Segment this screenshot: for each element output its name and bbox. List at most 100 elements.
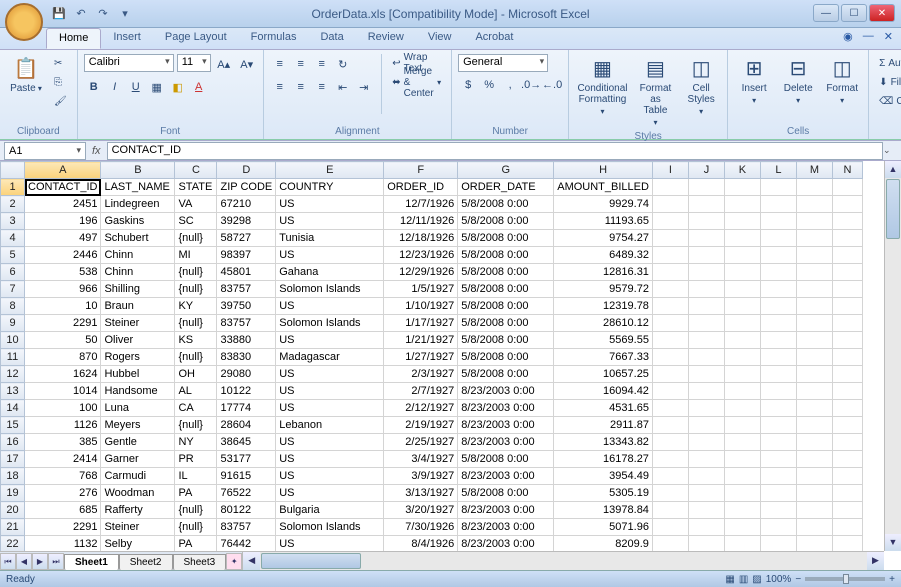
sheet-tab-sheet3[interactable]: Sheet3 [173, 554, 227, 571]
cell-M21[interactable] [796, 519, 832, 536]
cell-D5[interactable]: 98397 [217, 247, 276, 264]
cell-I3[interactable] [652, 213, 688, 230]
cell-styles-button[interactable]: ◫Cell Styles [681, 54, 721, 118]
cell-B4[interactable]: Schubert [101, 230, 175, 247]
align-center-button[interactable]: ≡ [291, 77, 311, 97]
cell-H15[interactable]: 2911.87 [554, 417, 653, 434]
cell-G12[interactable]: 5/8/2008 0:00 [458, 366, 554, 383]
cell-B11[interactable]: Rogers [101, 349, 175, 366]
cell-C21[interactable]: {null} [175, 519, 217, 536]
cell-C15[interactable]: {null} [175, 417, 217, 434]
cut-button[interactable]: ✂ [50, 54, 71, 72]
cell-A10[interactable]: 50 [25, 332, 101, 349]
row-header-3[interactable]: 3 [1, 213, 25, 230]
align-top-button[interactable]: ≡ [270, 54, 290, 74]
cell-L15[interactable] [760, 417, 796, 434]
cell-G19[interactable]: 5/8/2008 0:00 [458, 485, 554, 502]
col-header-J[interactable]: J [688, 162, 724, 179]
cell-J19[interactable] [688, 485, 724, 502]
cell-L5[interactable] [760, 247, 796, 264]
cell-M18[interactable] [796, 468, 832, 485]
cell-C11[interactable]: {null} [175, 349, 217, 366]
col-header-B[interactable]: B [101, 162, 175, 179]
cell-H9[interactable]: 28610.12 [554, 315, 653, 332]
cell-K13[interactable] [724, 383, 760, 400]
cell-E1[interactable]: COUNTRY [276, 179, 384, 196]
cell-B7[interactable]: Shilling [101, 281, 175, 298]
cell-G18[interactable]: 8/23/2003 0:00 [458, 468, 554, 485]
orientation-button[interactable]: ↻ [333, 54, 353, 74]
cell-D3[interactable]: 39298 [217, 213, 276, 230]
cell-C2[interactable]: VA [175, 196, 217, 213]
cell-I15[interactable] [652, 417, 688, 434]
cell-A21[interactable]: 2291 [25, 519, 101, 536]
office-button[interactable] [5, 3, 43, 41]
cell-K8[interactable] [724, 298, 760, 315]
cell-A3[interactable]: 196 [25, 213, 101, 230]
col-header-K[interactable]: K [724, 162, 760, 179]
cell-B1[interactable]: LAST_NAME [101, 179, 175, 196]
col-header-I[interactable]: I [652, 162, 688, 179]
minimize-ribbon-icon[interactable]: — [863, 30, 874, 43]
cell-D21[interactable]: 83757 [217, 519, 276, 536]
cell-I14[interactable] [652, 400, 688, 417]
cell-K16[interactable] [724, 434, 760, 451]
cell-F13[interactable]: 2/7/1927 [384, 383, 458, 400]
cell-M9[interactable] [796, 315, 832, 332]
conditional-formatting-button[interactable]: ▦Conditional Formatting [575, 54, 630, 118]
view-normal-icon[interactable]: ▦ [725, 574, 734, 585]
cell-K19[interactable] [724, 485, 760, 502]
cell-G9[interactable]: 5/8/2008 0:00 [458, 315, 554, 332]
zoom-slider[interactable] [805, 577, 885, 581]
cell-H6[interactable]: 12816.31 [554, 264, 653, 281]
cell-E6[interactable]: Gahana [276, 264, 384, 281]
tab-insert[interactable]: Insert [101, 28, 153, 49]
cell-E5[interactable]: US [276, 247, 384, 264]
cell-K1[interactable] [724, 179, 760, 196]
cell-G16[interactable]: 8/23/2003 0:00 [458, 434, 554, 451]
col-header-L[interactable]: L [760, 162, 796, 179]
cell-M20[interactable] [796, 502, 832, 519]
cell-K5[interactable] [724, 247, 760, 264]
row-header-14[interactable]: 14 [1, 400, 25, 417]
row-header-18[interactable]: 18 [1, 468, 25, 485]
cell-E15[interactable]: Lebanon [276, 417, 384, 434]
shrink-font-button[interactable]: A▾ [237, 54, 257, 74]
cell-F3[interactable]: 12/11/1926 [384, 213, 458, 230]
undo-icon[interactable]: ↶ [72, 5, 90, 23]
cell-N10[interactable] [832, 332, 862, 349]
cell-N22[interactable] [832, 536, 862, 552]
increase-indent-button[interactable]: ⇥ [354, 77, 374, 97]
zoom-out-button[interactable]: − [795, 574, 801, 585]
cell-L8[interactable] [760, 298, 796, 315]
cell-K3[interactable] [724, 213, 760, 230]
cell-H3[interactable]: 11193.65 [554, 213, 653, 230]
row-header-20[interactable]: 20 [1, 502, 25, 519]
cell-B16[interactable]: Gentle [101, 434, 175, 451]
cell-E10[interactable]: US [276, 332, 384, 349]
delete-cells-button[interactable]: ⊟Delete [778, 54, 818, 107]
cell-H22[interactable]: 8209.9 [554, 536, 653, 552]
help-icon[interactable]: ◉ [843, 30, 853, 43]
cell-J15[interactable] [688, 417, 724, 434]
cell-C22[interactable]: PA [175, 536, 217, 552]
view-layout-icon[interactable]: ▥ [739, 574, 748, 585]
cell-K15[interactable] [724, 417, 760, 434]
cell-H7[interactable]: 9579.72 [554, 281, 653, 298]
sheet-tab-sheet1[interactable]: Sheet1 [64, 554, 119, 571]
cell-G13[interactable]: 8/23/2003 0:00 [458, 383, 554, 400]
cell-M10[interactable] [796, 332, 832, 349]
cell-B2[interactable]: Lindegreen [101, 196, 175, 213]
format-as-table-button[interactable]: ▤Format as Table [634, 54, 677, 129]
cell-M11[interactable] [796, 349, 832, 366]
tab-page-layout[interactable]: Page Layout [153, 28, 239, 49]
font-size-combo[interactable]: 11 [177, 54, 211, 72]
cell-H8[interactable]: 12319.78 [554, 298, 653, 315]
cell-I17[interactable] [652, 451, 688, 468]
zoom-in-button[interactable]: + [889, 574, 895, 585]
cell-L14[interactable] [760, 400, 796, 417]
cell-C4[interactable]: {null} [175, 230, 217, 247]
cell-C19[interactable]: PA [175, 485, 217, 502]
cell-B17[interactable]: Garner [101, 451, 175, 468]
cell-M1[interactable] [796, 179, 832, 196]
